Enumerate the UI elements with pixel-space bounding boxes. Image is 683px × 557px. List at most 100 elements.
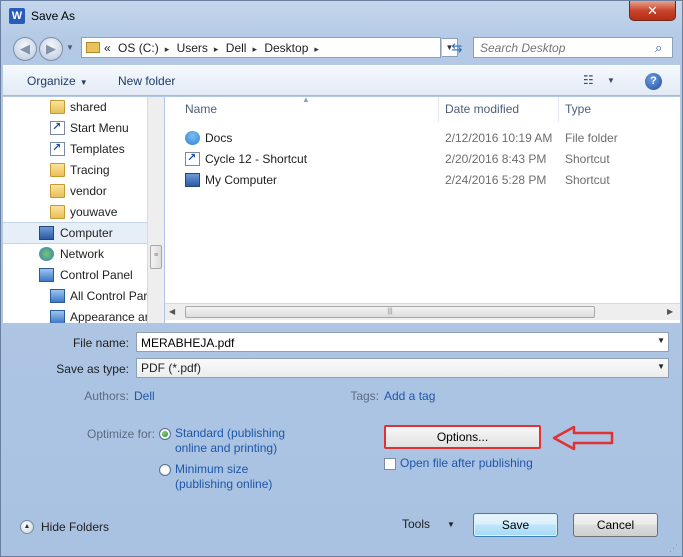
address-bar[interactable]: « OS (C:) ▸ Users ▸ Dell ▸ Desktop ▸	[81, 37, 441, 58]
close-button[interactable]: ✕	[629, 1, 676, 21]
hide-folders-button[interactable]: Hide Folders	[41, 520, 109, 534]
save-as-type-label: Save as type:	[56, 362, 129, 376]
options-button[interactable]: Options...	[384, 425, 541, 449]
folder-icon	[50, 163, 65, 177]
nav-item-label: Start Menu	[70, 121, 129, 135]
nav-item-label: Computer	[60, 226, 113, 240]
optimize-standard-label[interactable]: Standard (publishing online and printing…	[175, 426, 285, 456]
collapse-up-icon[interactable]: ▲	[20, 520, 34, 534]
scroll-right-icon[interactable]: ▶	[667, 307, 673, 316]
save-as-dialog: W Save As ✕ ◀ ▶ ▼ « OS (C:) ▸ Users ▸ Dell…	[0, 0, 683, 557]
nav-item-appearance[interactable]: Appearance ar	[3, 307, 147, 323]
chevron-down-icon[interactable]: ▼	[657, 336, 665, 345]
navigation-scrollbar[interactable]: ≡	[147, 97, 164, 323]
file-row-cycle-12-shortcut[interactable]: Cycle 12 - Shortcut 2/20/2016 8:43 PM Sh…	[165, 149, 680, 170]
refresh-button[interactable]: ⇆	[444, 38, 470, 57]
forward-button[interactable]: ▶	[39, 37, 63, 61]
column-divider[interactable]	[558, 97, 559, 122]
back-button[interactable]: ◀	[13, 37, 37, 61]
nav-item-start-menu[interactable]: Start Menu	[3, 118, 147, 139]
open-after-publishing-checkbox[interactable]	[384, 458, 396, 470]
file-name-field[interactable]: ▼	[136, 332, 669, 352]
optimize-standard-radio[interactable]	[159, 428, 171, 440]
column-header-name[interactable]: Name	[185, 102, 217, 122]
search-input[interactable]	[480, 40, 650, 55]
view-options-dropdown[interactable]: ▼	[607, 76, 615, 85]
add-a-tag-link[interactable]: Add a tag	[384, 389, 435, 403]
tools-button[interactable]: Tools	[402, 517, 430, 531]
column-header-type[interactable]: Type	[565, 102, 591, 122]
nav-item-label: Templates	[70, 142, 125, 156]
file-row-docs[interactable]: Docs 2/12/2016 10:19 AM File folder	[165, 128, 680, 149]
breadcrumb-overflow[interactable]: «	[104, 41, 111, 55]
nav-item-label: youwave	[70, 205, 118, 219]
nav-item-network[interactable]: Network	[3, 244, 147, 265]
help-button[interactable]: ?	[645, 73, 662, 90]
file-name: My Computer	[205, 173, 278, 187]
word-app-icon: W	[9, 8, 25, 24]
control-panel-icon	[50, 310, 65, 323]
control-panel-icon	[39, 268, 54, 282]
organize-button[interactable]: Organize ▼	[27, 74, 88, 88]
change-view-icon[interactable]: ☷	[583, 73, 594, 87]
navigation-pane[interactable]: shared Start Menu Templates Tracing vend…	[3, 97, 147, 323]
nav-item-youwave[interactable]: youwave	[3, 202, 147, 223]
cancel-button[interactable]: Cancel	[573, 513, 658, 537]
breadcrumb-separator-icon[interactable]: ▸	[314, 44, 319, 54]
nav-item-label: All Control Par	[70, 289, 147, 303]
column-divider[interactable]	[438, 97, 439, 122]
save-button[interactable]: Save	[473, 513, 558, 537]
save-as-type-value: PDF (*.pdf)	[141, 361, 202, 375]
chevron-down-icon: ▼	[79, 78, 88, 87]
breadcrumb-separator-icon[interactable]: ▸	[252, 44, 257, 54]
file-list[interactable]: ▲ Name Date modified Type Docs 2/12/2016…	[165, 95, 680, 323]
nav-item-computer[interactable]: Computer	[3, 223, 147, 244]
breadcrumb-os-c[interactable]: OS (C:)	[118, 41, 159, 55]
save-as-type-select[interactable]: PDF (*.pdf) ▼	[136, 358, 669, 378]
optimize-minimum-label[interactable]: Minimum size (publishing online)	[175, 462, 272, 492]
nav-item-label: vendor	[70, 184, 107, 198]
nav-item-all-control-panel[interactable]: All Control Par	[3, 286, 147, 307]
breadcrumb-dell[interactable]: Dell	[226, 41, 247, 55]
network-icon	[39, 247, 54, 261]
file-name: Cycle 12 - Shortcut	[205, 152, 308, 166]
scroll-left-icon[interactable]: ◀	[169, 307, 175, 316]
folder-icon	[50, 100, 65, 114]
shortcut-icon	[50, 141, 65, 156]
nav-item-label: Network	[60, 247, 105, 261]
breadcrumb-separator-icon[interactable]: ▸	[165, 44, 170, 54]
search-box[interactable]: ⌕	[473, 37, 673, 58]
nav-item-templates[interactable]: Templates	[3, 139, 147, 160]
nav-item-vendor[interactable]: vendor	[3, 181, 147, 202]
chevron-down-icon[interactable]: ▼	[447, 520, 455, 529]
optimize-minimum-radio[interactable]	[159, 464, 171, 476]
authors-value[interactable]: Dell	[134, 389, 155, 403]
recent-locations-dropdown[interactable]: ▼	[66, 43, 74, 52]
breadcrumb-desktop[interactable]: Desktop	[264, 41, 308, 55]
breadcrumb: « OS (C:) ▸ Users ▸ Dell ▸ Desktop ▸	[104, 41, 323, 55]
nav-item-shared[interactable]: shared	[3, 97, 147, 118]
file-row-my-computer[interactable]: My Computer 2/24/2016 5:28 PM Shortcut	[165, 170, 680, 191]
breadcrumb-separator-icon[interactable]: ▸	[214, 44, 219, 54]
window-title: Save As	[31, 9, 76, 23]
column-header-date-modified[interactable]: Date modified	[445, 102, 519, 122]
search-icon[interactable]: ⌕	[655, 40, 662, 56]
file-list-horizontal-scrollbar[interactable]: ◀ ||| ▶	[165, 303, 680, 320]
breadcrumb-users[interactable]: Users	[177, 41, 208, 55]
control-panel-icon	[50, 289, 65, 303]
folder-icon	[50, 205, 65, 219]
nav-item-control-panel[interactable]: Control Panel	[3, 265, 147, 286]
scrollbar-thumb[interactable]: |||	[185, 306, 595, 318]
file-date: 2/20/2016 8:43 PM	[445, 152, 547, 166]
chevron-down-icon[interactable]: ▼	[657, 362, 665, 371]
optimize-standard-line2: online and printing)	[175, 441, 278, 455]
resize-grip-icon[interactable]: ⋰	[669, 543, 678, 554]
new-folder-button[interactable]: New folder	[118, 74, 175, 88]
nav-item-tracing[interactable]: Tracing	[3, 160, 147, 181]
file-name-input[interactable]	[141, 335, 619, 350]
file-name-label: File name:	[72, 336, 129, 350]
open-after-publishing-label[interactable]: Open file after publishing	[400, 456, 533, 470]
optimize-for-label: Optimize for:	[86, 427, 155, 441]
scrollbar-thumb[interactable]: ≡	[150, 245, 162, 269]
red-arrow-annotation-icon	[552, 425, 614, 451]
